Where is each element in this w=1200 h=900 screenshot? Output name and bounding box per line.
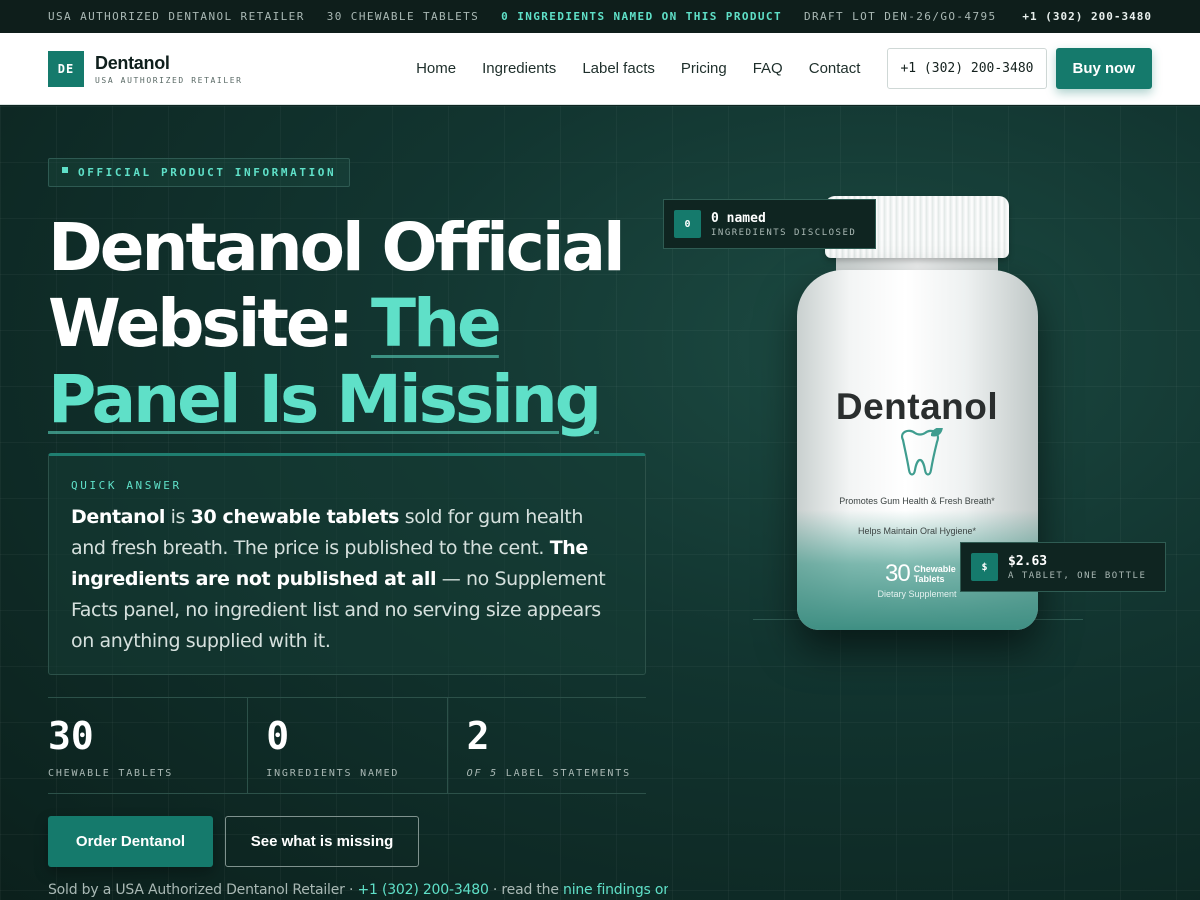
retailer-phone-link[interactable]: +1 (302) 200-3480 [357, 882, 488, 898]
dollar-icon: $ [971, 553, 998, 581]
hero-title: Dentanol Official Website: The Panel Is … [48, 210, 648, 438]
badge-dot-icon [62, 166, 68, 173]
bottle-count: 30 Chewable Tablets [885, 560, 956, 588]
stat-label-text: LABEL STATEMENTS [497, 768, 631, 779]
bottle-count-unit-1: Chewable [913, 564, 956, 574]
topbar-retailer: USA AUTHORIZED DENTANOL RETAILER [48, 10, 305, 23]
nav-link-ingredients[interactable]: Ingredients [482, 60, 556, 77]
nav-link-contact[interactable]: Contact [809, 60, 861, 77]
nav-link-home[interactable]: Home [416, 60, 456, 77]
bottle-brand: Dentanol [835, 386, 999, 427]
stat-ingredients: 0 INGREDIENTS NAMED [247, 698, 446, 793]
stat-label-emphasis: OF 5 [466, 768, 498, 779]
chip-value: 0 named [711, 210, 766, 226]
brand[interactable]: Dentanol USA AUTHORIZED RETAILER [95, 53, 243, 85]
price-chip: $ $2.63 A TABLET, ONE BOTTLE [960, 542, 1166, 592]
retailer-note: Sold by a USA Authorized Dentanol Retail… [48, 882, 668, 898]
logo-mark[interactable]: DE [48, 50, 84, 87]
zero-icon: 0 [674, 210, 701, 238]
quick-answer-card: QUICK ANSWER Dentanol is 30 chewable tab… [48, 453, 646, 675]
main-nav: DE Dentanol USA AUTHORIZED RETAILER Home… [0, 33, 1200, 105]
bottle-tagline-1: Promotes Gum Health & Fresh Breath* [839, 496, 995, 506]
chip-label: A TABLET, ONE BOTTLE [1008, 570, 1147, 581]
bottle-count-unit: Chewable Tablets [914, 564, 956, 584]
topbar-lot: DRAFT LOT DEN-26/GO-4795 [803, 10, 997, 23]
buy-now-button[interactable]: Buy now [1055, 48, 1152, 89]
brand-name: Dentanol [95, 52, 170, 73]
nav-link-faq[interactable]: FAQ [753, 60, 783, 77]
bottle-count-number: 30 [885, 560, 911, 587]
stat-label-statements: 2 OF 5 LABEL STATEMENTS [446, 698, 646, 793]
stat-tablets: 30 CHEWABLE TABLETS [48, 698, 247, 793]
brand-subtitle: USA AUTHORIZED RETAILER [95, 75, 243, 85]
qa-text-1: is [164, 506, 191, 528]
findings-link[interactable]: nine findings on [563, 882, 668, 898]
topbar-phone[interactable]: +1 (302) 200-3480 [1022, 10, 1152, 23]
stat-label: INGREDIENTS NAMED [266, 768, 400, 779]
hero-title-plain: Dentanol Official Website: [48, 209, 626, 362]
retailer-note-prefix: Sold by a USA Authorized Dentanol Retail… [48, 882, 358, 898]
stat-label: CHEWABLE TABLETS [48, 768, 174, 779]
topbar-tablets: 30 CHEWABLE TABLETS [326, 10, 480, 23]
nav-links: Home Ingredients Label facts Pricing FAQ… [390, 48, 1152, 89]
stat-label: OF 5 LABEL STATEMENTS [467, 768, 646, 779]
chip-label: INGREDIENTS DISCLOSED [711, 227, 857, 238]
stat-number: 0 [266, 714, 290, 758]
chip-value: $2.63 [1008, 553, 1048, 569]
official-info-badge: OFFICIAL PRODUCT INFORMATION [48, 158, 351, 187]
qa-count: 30 chewable tablets [190, 506, 400, 528]
nav-link-label-facts[interactable]: Label facts [582, 60, 655, 77]
topbar-ingredients: 0 INGREDIENTS NAMED ON THIS PRODUCT [501, 10, 782, 23]
hero-section: OFFICIAL PRODUCT INFORMATION Dentanol Of… [0, 106, 1200, 900]
nav-phone-button[interactable]: +1 (302) 200-3480 [887, 48, 1047, 89]
stat-number: 30 [48, 714, 94, 758]
ingredients-chip: 0 0 named INGREDIENTS DISCLOSED [663, 199, 876, 249]
tooth-leaf-icon [901, 428, 943, 476]
stat-number: 2 [466, 714, 490, 758]
nav-link-pricing[interactable]: Pricing [681, 60, 727, 77]
qa-product: Dentanol [71, 506, 165, 528]
stats-row: 30 CHEWABLE TABLETS 0 INGREDIENTS NAMED … [48, 697, 646, 794]
order-button[interactable]: Order Dentanol [48, 816, 213, 867]
see-missing-button[interactable]: See what is missing [225, 816, 419, 867]
bottle-count-unit-2: Tablets [913, 574, 945, 584]
retailer-note-mid: · read the [488, 882, 564, 898]
announcement-bar: USA AUTHORIZED DENTANOL RETAILER 30 CHEW… [0, 0, 1200, 33]
quick-answer-label: QUICK ANSWER [71, 479, 182, 492]
badge-label: OFFICIAL PRODUCT INFORMATION [78, 166, 337, 179]
quick-answer-text: Dentanol is 30 chewable tablets sold for… [71, 502, 623, 657]
bottle-tagline-2: Helps Maintain Oral Hygiene* [857, 526, 977, 536]
